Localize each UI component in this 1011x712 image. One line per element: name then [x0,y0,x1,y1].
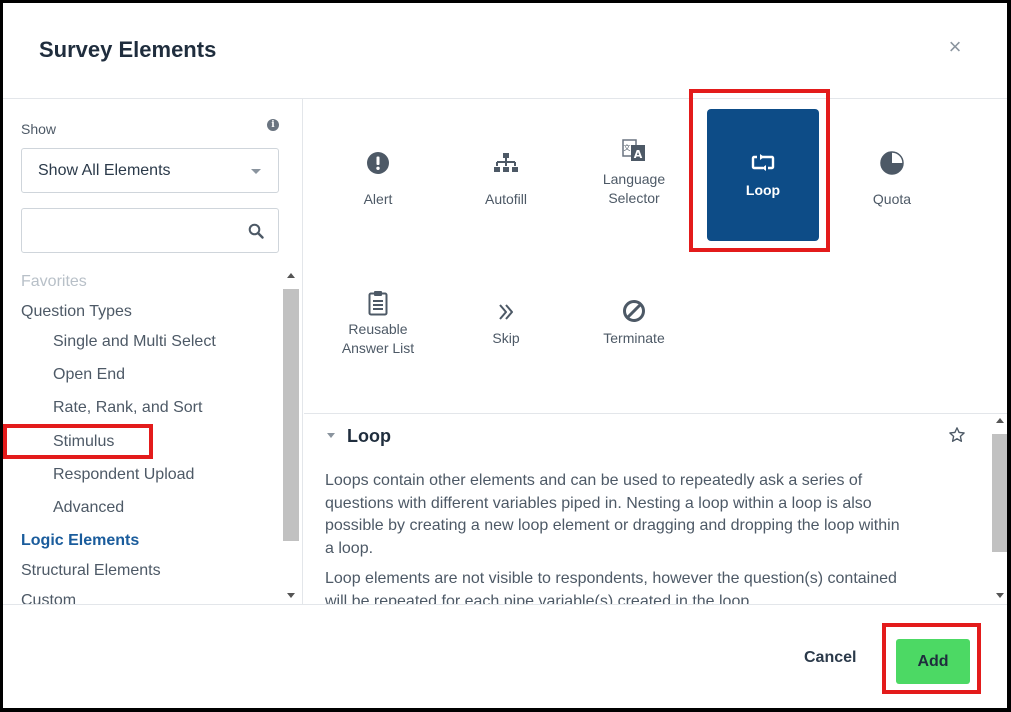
sidebar-scrollbar[interactable] [283,269,299,604]
skip-icon [450,303,562,321]
highlight-add-button [882,623,981,694]
detail-description: Loops contain other elements and can be … [325,470,905,604]
collapse-caret-icon[interactable] [327,433,335,438]
favorite-star-icon[interactable] [948,426,966,444]
nav-item-custom[interactable]: Custom [21,592,76,604]
element-tile-alert[interactable]: Alert [322,109,434,241]
nav-item-single-multi-select[interactable]: Single and Multi Select [53,333,216,351]
element-tile-autofill[interactable]: Autofill [450,109,562,241]
detail-paragraph: Loop elements are not visible to respond… [325,570,897,604]
quota-icon [836,151,948,175]
sidebar-scroll-thumb[interactable] [283,289,299,541]
search-icon[interactable] [248,223,264,239]
nav-item-respondent-upload[interactable]: Respondent Upload [53,466,194,484]
highlight-loop-tile [689,89,830,252]
close-icon[interactable]: × [945,36,965,58]
element-label: Autofill [484,191,528,207]
nav-item-open-end[interactable]: Open End [53,366,125,384]
terminate-icon [578,299,690,323]
show-filter-value: Show All Elements [38,162,171,179]
element-tile-skip[interactable]: Skip [450,259,562,391]
clipboard-icon [322,290,434,316]
elements-grid: Alert Autofill A文 Language Selector Loop [304,99,1007,414]
dialog-header: Survey Elements × [3,3,1007,99]
element-detail-panel: Loop Loops contain other elements and ca… [304,414,1007,604]
nav-item-advanced[interactable]: Advanced [53,499,124,517]
element-tile-language-selector[interactable]: A文 Language Selector [578,109,690,241]
scroll-down-arrow-icon[interactable] [996,593,1004,598]
search-box[interactable] [21,208,279,253]
dialog-title: Survey Elements [39,37,217,62]
element-label: Reusable Answer List [341,321,415,356]
element-tile-reusable-answer-list[interactable]: Reusable Answer List [322,259,434,391]
scroll-up-arrow-icon[interactable] [996,418,1004,423]
element-label: Terminate [603,330,665,346]
element-label: Language Selector [602,171,666,206]
dialog-footer: Cancel Add [3,604,1007,708]
survey-elements-dialog: Survey Elements × Show i Show All Elemen… [3,3,1007,708]
nav-item-rate-rank-sort[interactable]: Rate, Rank, and Sort [53,399,202,417]
language-icon: A文 [578,139,690,163]
element-tile-quota[interactable]: Quota [836,109,948,241]
element-label: Skip [492,330,520,346]
scroll-down-arrow-icon[interactable] [287,593,295,598]
show-label: Show [21,121,57,137]
sidebar: Show i Show All Elements Favorites Quest… [3,99,303,604]
autofill-icon [450,152,562,174]
element-label: Quota [872,191,912,207]
highlight-logic-elements [3,424,153,459]
search-input[interactable] [32,219,232,243]
show-filter-select[interactable]: Show All Elements [21,148,279,193]
detail-scrollbar[interactable] [992,414,1007,604]
nav-item-favorites[interactable]: Favorites [21,273,87,291]
detail-title: Loop [347,426,391,446]
svg-text:文: 文 [624,143,631,152]
detail-paragraph: Loops contain other elements and can be … [325,472,900,557]
scroll-up-arrow-icon[interactable] [287,273,295,278]
alert-icon [322,151,434,175]
nav-item-question-types[interactable]: Question Types [21,303,132,321]
info-icon[interactable]: i [267,119,279,131]
chevron-down-icon [251,169,261,174]
nav-item-logic-elements[interactable]: Logic Elements [21,532,139,550]
nav-item-structural-elements[interactable]: Structural Elements [21,562,161,580]
element-tile-terminate[interactable]: Terminate [578,259,690,391]
svg-text:A: A [634,148,643,161]
detail-scroll-thumb[interactable] [992,434,1007,552]
cancel-button[interactable]: Cancel [804,649,856,667]
element-label: Alert [363,191,393,207]
